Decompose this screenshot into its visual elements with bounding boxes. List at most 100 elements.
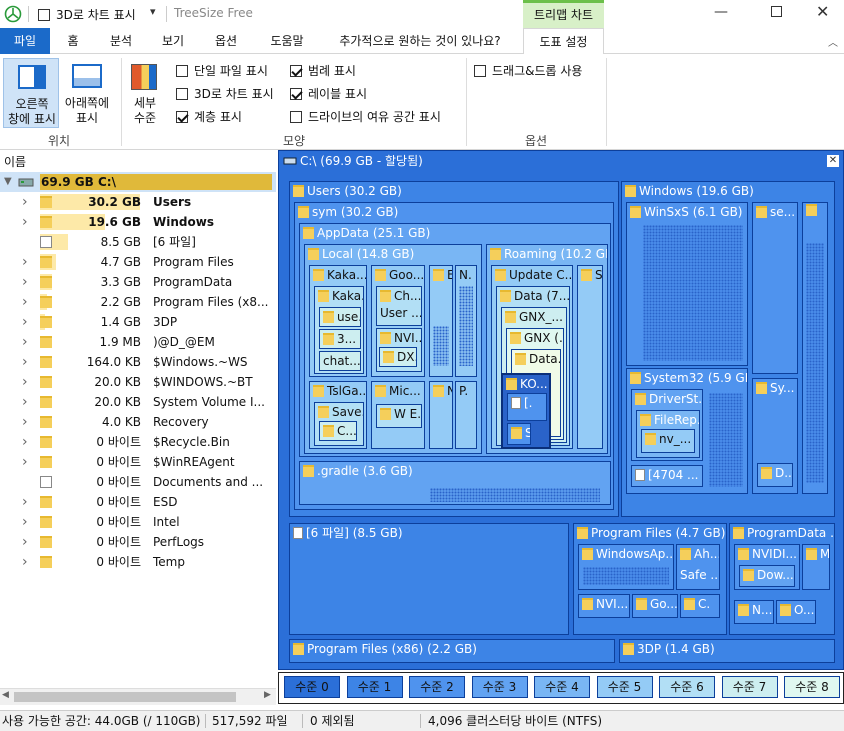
tm-windows-misc[interactable] [802,202,828,494]
expand-arrow-icon[interactable]: › [22,432,28,452]
dragdrop-checkbox[interactable] [474,65,486,77]
tm-c[interactable]: C... [319,421,357,441]
level-4-button[interactable]: 수준 4 [534,676,590,698]
scrollbar-thumb[interactable] [14,692,236,702]
expand-arrow-icon[interactable]: › [22,252,28,272]
hierarchy-option[interactable]: 계층 표시 [176,108,242,125]
tm-n2[interactable]: N... [734,600,774,624]
tree-row-8[interactable]: › 164.0 KB $Windows.~WS [0,352,276,372]
tm-save[interactable]: Save... C... [314,402,364,446]
tm-users[interactable]: Users (30.2 GB) sym (30.2 GB) AppData (2… [289,181,619,517]
scroll-left-icon[interactable]: ◀ [2,690,9,700]
tm-mic[interactable]: Mic... W E... [371,381,425,449]
labels-checkbox[interactable] [290,88,302,100]
tab-file[interactable]: 파일 [0,28,50,54]
tree-row-6[interactable]: › 1.4 GB 3DP [0,312,276,332]
tree-row-1[interactable]: › 19.6 GB Windows [0,212,276,232]
expand-arrow-icon[interactable]: › [22,192,28,212]
tree-row-5[interactable]: › 2.2 GB Program Files (x8... [0,292,276,312]
tree-row-13[interactable]: › 0 바이트 $WinREAgent [0,452,276,472]
tree-row-12[interactable]: › 0 바이트 $Recycle.Bin [0,432,276,452]
tree-row-17[interactable]: › 0 바이트 PerfLogs [0,532,276,552]
expand-arrow-icon[interactable]: › [22,492,28,512]
single-file-checkbox[interactable] [176,65,188,77]
tm-se[interactable]: se... [752,202,798,374]
tm-use[interactable]: use... [319,307,361,327]
tm-driverst[interactable]: DriverSt... FileRep... nv_... [631,389,703,461]
tm-e[interactable]: E [429,265,453,377]
tm-roaming-s[interactable]: S [577,265,603,449]
tree-row-18[interactable]: › 0 바이트 Temp [0,552,276,572]
tm-filerep[interactable]: FileRep... nv_... [636,410,700,458]
expand-arrow-icon[interactable]: › [22,372,28,392]
tm-p[interactable]: P. [455,381,477,449]
tm-c2[interactable]: C. [680,594,720,618]
tm-f4704[interactable]: [4704 ... [631,465,703,487]
expand-arrow-icon[interactable]: › [22,352,28,372]
level-8-button[interactable]: 수준 8 [784,676,840,698]
treemap-close-icon[interactable]: ✕ [827,155,839,167]
minimize-button[interactable]: — [714,4,728,20]
tree-row-0[interactable]: › 30.2 GB Users [0,192,276,212]
tm-gradle[interactable]: .gradle (3.6 GB) [299,461,611,505]
tm-tslga[interactable]: TslGa... Save... C... [309,381,367,449]
tm-ko-file[interactable]: [. [507,393,547,421]
tm-kaka2[interactable]: Kaka... use... 3... chat... [314,286,364,374]
tm-pd-m[interactable]: M [802,544,830,590]
maximize-button[interactable] [771,6,782,17]
tree-row-4[interactable]: › 3.3 GB ProgramData [0,272,276,292]
tm-files6[interactable]: [6 파일] (8.5 GB) [289,523,569,635]
tab-options[interactable]: 옵션 [208,28,244,54]
tm-chat[interactable]: chat... [319,351,361,371]
tm-dow[interactable]: Dow... [739,565,795,587]
tm-winsxs[interactable]: WinSxS (6.1 GB) [626,202,748,366]
level-5-button[interactable]: 수준 5 [596,676,653,698]
tree-row-14[interactable]: ›0 바이트Documents and ... [0,472,276,492]
tm-windowsap[interactable]: WindowsAp... [578,544,674,590]
expand-arrow-icon[interactable]: › [22,552,28,572]
tm-we[interactable]: W E... [376,404,422,428]
level-6-button[interactable]: 수준 6 [659,676,715,698]
tm-programfiles-x86[interactable]: Program Files (x86) (2.2 GB) [289,639,615,663]
tm-ko-s[interactable]: S [507,423,531,445]
3d-chart-checkbox[interactable] [176,88,188,100]
expand-arrow-icon[interactable]: › [22,212,28,232]
detail-level-button[interactable]: 세부 수준 [127,58,163,128]
expand-arrow-icon[interactable]: › [22,332,28,352]
tm-nvi[interactable]: NVI... DX... [376,328,422,372]
scroll-right-icon[interactable]: ▶ [264,690,271,700]
position-bottom-button[interactable]: 아래쪽에 표시 [60,58,114,128]
free-space-option[interactable]: 드라이브의 여유 공간 표시 [290,108,441,125]
tm-system32[interactable]: System32 (5.9 GB) DriverSt... FileRep...… [626,368,748,494]
dragdrop-option[interactable]: 드래그&드롭 사용 [474,62,582,79]
tm-kaka[interactable]: Kaka... Kaka... use... 3... chat... [309,265,367,377]
collapse-ribbon-icon[interactable]: ︿ [828,34,838,49]
qat-3d-checkbox[interactable] [38,9,50,21]
qat-3d-toggle[interactable]: 3D로 차트 표시 [38,6,136,23]
free-space-checkbox[interactable] [290,111,302,123]
tm-windows[interactable]: Windows (19.6 GB) WinSxS (6.1 GB) se... … [621,181,835,517]
expand-arrow-icon[interactable]: › [22,292,28,312]
tm-nvidi[interactable]: NVIDI... Dow... [734,544,800,590]
tm-ah[interactable]: Ah... Safe ... [676,544,720,590]
position-right-button[interactable]: 오른쪽 창에 표시 [3,58,59,128]
tm-goo[interactable]: Goo... Ch... User ... NVI... DX... [371,265,425,377]
tab-view[interactable]: 보기 [155,28,191,54]
expand-arrow-icon[interactable]: › [22,532,28,552]
tm-3dp[interactable]: 3DP (1.4 GB) [619,639,835,663]
tab-analyze[interactable]: 분석 [102,28,140,54]
level-3-button[interactable]: 수준 3 [471,676,528,698]
tree-row-16[interactable]: › 0 바이트 Intel [0,512,276,532]
tm-local[interactable]: Local (14.8 GB) Kaka... Kaka... use... 3… [304,244,482,454]
tm-appdata[interactable]: AppData (25.1 GB) Local (14.8 GB) Kaka..… [299,223,611,457]
qat-dropdown-icon[interactable]: ▾ [150,5,156,18]
tab-tell-me[interactable]: 추가적으로 원하는 것이 있나요? [326,28,514,54]
single-file-option[interactable]: 단일 파일 표시 [176,62,268,79]
hierarchy-checkbox[interactable] [176,111,188,123]
tm-sy[interactable]: Sy... D... [752,378,798,494]
tm-go2[interactable]: Go... [632,594,678,618]
3d-chart-option[interactable]: 3D로 차트 표시 [176,85,274,102]
tab-help[interactable]: 도움말 [263,28,311,54]
tree-row-7[interactable]: › 1.9 MB)@D_@EM [0,332,276,352]
expand-arrow-icon[interactable]: › [22,312,28,332]
